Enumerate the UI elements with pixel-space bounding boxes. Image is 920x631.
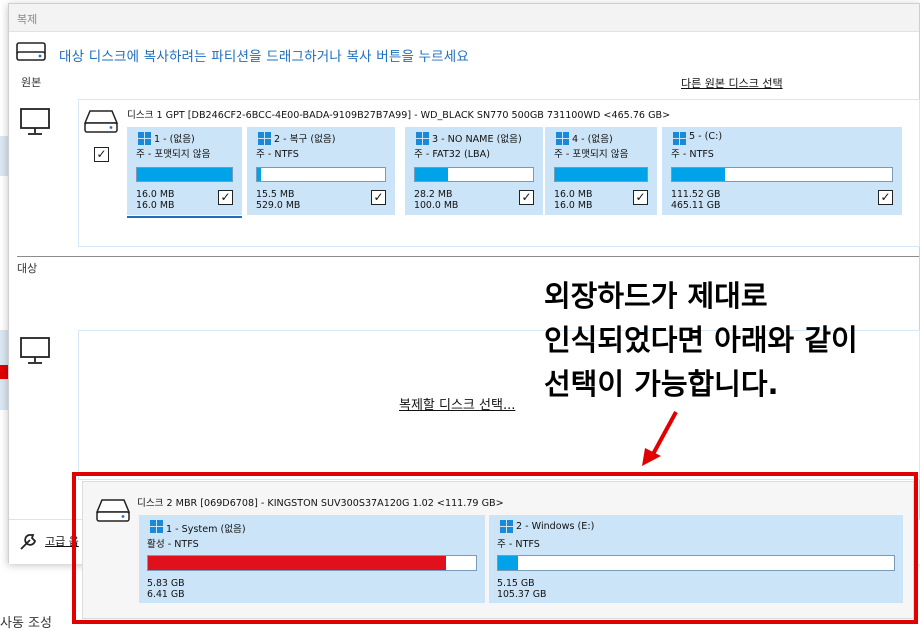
- annotation-text: 외장하드가 제대로 인식되었다면 아래와 같이 선택이 가능합니다.: [544, 279, 858, 401]
- partition-total: 100.0 MB: [414, 200, 459, 211]
- highlight-frame: [72, 472, 918, 624]
- section-divider: [17, 256, 919, 257]
- usage-bar-fill: [137, 168, 232, 181]
- source-disk-checkbox[interactable]: ✓: [94, 147, 109, 162]
- windows-logo-icon: [416, 132, 429, 145]
- usage-bar: [554, 167, 648, 182]
- hard-disk-icon: [84, 110, 119, 133]
- partition-name: 5 - (C:): [689, 131, 723, 142]
- windows-logo-icon: [138, 132, 151, 145]
- usage-bar-fill: [257, 168, 261, 181]
- windows-logo-icon: [673, 132, 686, 145]
- partition-type: 주 - NTFS: [671, 149, 714, 160]
- partition-name: 3 - NO NAME (없음): [432, 134, 522, 145]
- windows-logo-icon: [258, 132, 271, 145]
- partition-used: 16.0 MB: [554, 189, 593, 200]
- partition-total: 16.0 MB: [136, 200, 175, 211]
- title-bar: 복제: [9, 4, 919, 32]
- source-partition[interactable]: 3 - NO NAME (없음) 주 - FAT32 (LBA) 28.2 MB 10…: [405, 127, 543, 215]
- partition-name: 2 - 복구 (없음): [274, 134, 336, 145]
- partition-name: 4 - (없음): [572, 134, 613, 145]
- partition-total: 465.11 GB: [671, 200, 721, 211]
- monitor-icon: [20, 108, 50, 135]
- partition-type: 주 - FAT32 (LBA): [414, 149, 490, 160]
- usage-bar: [414, 167, 534, 182]
- partition-used: 16.0 MB: [136, 189, 175, 200]
- usage-bar: [256, 167, 386, 182]
- destination-label: 대상: [17, 262, 38, 275]
- source-partition[interactable]: 1 - (없음) 주 - 포맷되지 않음 16.0 MB 16.0 MB ✓: [127, 127, 242, 215]
- windows-logo-icon: [556, 132, 569, 145]
- usage-bar: [671, 167, 893, 182]
- select-other-source-link[interactable]: 다른 원본 디스크 선택: [681, 75, 783, 91]
- partition-type: 주 - 포맷되지 않음: [554, 149, 629, 160]
- clone-drive-icon: [16, 42, 46, 61]
- red-arrow-icon: [642, 411, 678, 466]
- partition-total: 16.0 MB: [554, 200, 593, 211]
- partition-type: 주 - NTFS: [256, 149, 299, 160]
- source-disk-info: 디스크 1 GPT [DB246CF2-6BCC-4E00-BADA-9109B…: [127, 110, 671, 121]
- background-window-fragment: [0, 136, 8, 176]
- window-title: 복제: [17, 13, 38, 26]
- selected-partition-underline: [127, 216, 242, 218]
- partition-total: 529.0 MB: [256, 200, 301, 211]
- background-window-red-fragment: [0, 365, 8, 379]
- partition-checkbox[interactable]: ✓: [371, 190, 386, 205]
- monitor-icon: [20, 337, 50, 364]
- partition-used: 15.5 MB: [256, 189, 295, 200]
- usage-bar-fill: [415, 168, 449, 181]
- background-partial-text: 사동 조성: [0, 616, 52, 631]
- partition-used: 111.52 GB: [671, 189, 721, 200]
- source-label: 원본: [21, 76, 42, 89]
- partition-type: 주 - 포맷되지 않음: [136, 149, 211, 160]
- partition-checkbox[interactable]: ✓: [633, 190, 648, 205]
- source-partition[interactable]: 2 - 복구 (없음) 주 - NTFS 15.5 MB 529.0 MB ✓: [247, 127, 395, 215]
- partition-name: 1 - (없음): [154, 134, 195, 145]
- wrench-icon[interactable]: [17, 530, 41, 552]
- instruction-text: 대상 디스크에 복사하려는 파티션을 드래그하거나 복사 버튼을 누르세요: [59, 49, 470, 65]
- source-partition[interactable]: 5 - (C:) 주 - NTFS 111.52 GB 465.11 GB ✓: [662, 127, 902, 215]
- partition-used: 28.2 MB: [414, 189, 453, 200]
- select-destination-disk-link[interactable]: 복제할 디스크 선택...: [399, 394, 515, 413]
- usage-bar: [136, 167, 233, 182]
- partition-checkbox[interactable]: ✓: [878, 190, 893, 205]
- partition-checkbox[interactable]: ✓: [218, 190, 233, 205]
- usage-bar-fill: [555, 168, 647, 181]
- partition-checkbox[interactable]: ✓: [519, 190, 534, 205]
- usage-bar-fill: [672, 168, 725, 181]
- source-partition[interactable]: 4 - (없음) 주 - 포맷되지 않음 16.0 MB 16.0 MB ✓: [545, 127, 657, 215]
